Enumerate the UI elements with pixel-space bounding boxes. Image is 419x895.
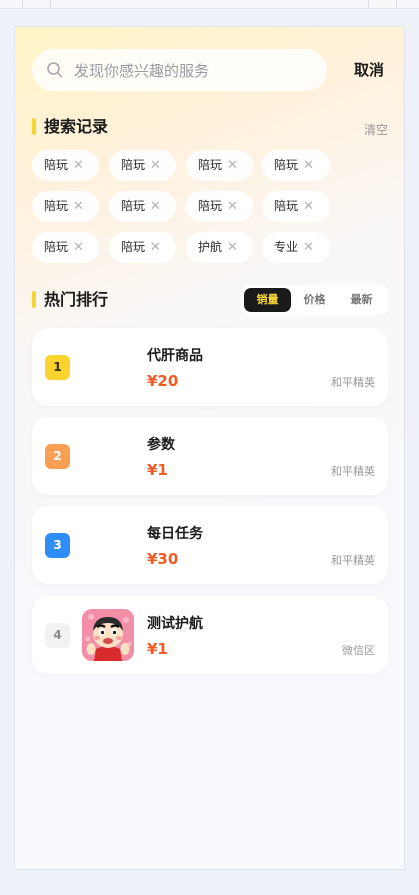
cancel-button[interactable]: 取消 (349, 59, 389, 81)
history-tag[interactable]: 陪玩 ✕ (32, 232, 99, 263)
product-title: 每日任务 (147, 526, 203, 542)
product-price: ¥30 (147, 550, 179, 568)
history-tag[interactable]: 陪玩 ✕ (109, 191, 176, 222)
history-tag-label: 陪玩 (274, 158, 299, 172)
ranking-item[interactable]: 4 测试护航 ¥1 微信区 (32, 596, 388, 674)
product-title: 测试护航 (147, 616, 203, 632)
product-price: ¥1 (147, 640, 168, 658)
avatar-cartoon-icon (82, 609, 134, 661)
browser-top-strip (0, 0, 419, 9)
history-header: 搜索记录 (32, 115, 232, 139)
product-zone: 和平精英 (331, 554, 375, 567)
close-icon[interactable]: ✕ (150, 232, 161, 263)
rank-badge: 3 (45, 533, 70, 558)
close-icon[interactable]: ✕ (73, 191, 84, 222)
product-title: 代肝商品 (147, 348, 203, 364)
history-tag[interactable]: 陪玩 ✕ (32, 150, 99, 181)
tab-sales[interactable]: 销量 (244, 288, 291, 312)
history-tag-label: 护航 (198, 240, 223, 254)
history-tag-label: 陪玩 (198, 158, 223, 172)
tab-latest[interactable]: 最新 (338, 288, 385, 312)
history-tag[interactable]: 陪玩 ✕ (109, 150, 176, 181)
rank-badge: 2 (45, 444, 70, 469)
history-tag[interactable]: 护航 ✕ (186, 232, 253, 263)
history-tag-label: 陪玩 (44, 240, 69, 254)
search-box[interactable] (32, 49, 327, 91)
search-bar: 取消 (32, 49, 392, 93)
history-title: 搜索记录 (44, 117, 109, 136)
search-input[interactable] (72, 60, 316, 82)
product-zone: 和平精英 (331, 376, 375, 389)
history-tag-label: 陪玩 (274, 199, 299, 213)
close-icon[interactable]: ✕ (73, 232, 84, 263)
tab-price[interactable]: 价格 (291, 288, 338, 312)
history-tag[interactable]: 陪玩 ✕ (186, 150, 253, 181)
close-icon[interactable]: ✕ (303, 191, 314, 222)
history-tag[interactable]: 陪玩 ✕ (186, 191, 253, 222)
close-icon[interactable]: ✕ (227, 191, 238, 222)
close-icon[interactable]: ✕ (303, 150, 314, 181)
rank-badge: 1 (45, 355, 70, 380)
product-zone: 和平精英 (331, 465, 375, 478)
history-tag-label: 陪玩 (198, 199, 223, 213)
close-icon[interactable]: ✕ (150, 191, 161, 222)
section-accent-bar (32, 118, 36, 135)
ranking-title: 热门排行 (44, 290, 109, 309)
history-tag[interactable]: 陪玩 ✕ (109, 232, 176, 263)
rank-badge: 4 (45, 623, 70, 648)
close-icon[interactable]: ✕ (227, 232, 238, 263)
sort-tab-group: 销量 价格 最新 (241, 285, 388, 315)
history-tag-label: 专业 (274, 240, 299, 254)
history-tag-label: 陪玩 (121, 199, 146, 213)
product-zone: 微信区 (342, 644, 375, 657)
close-icon[interactable]: ✕ (303, 232, 314, 263)
history-tag-label: 陪玩 (44, 158, 69, 172)
history-tag[interactable]: 陪玩 ✕ (262, 150, 330, 181)
section-accent-bar (32, 291, 36, 308)
close-icon[interactable]: ✕ (73, 150, 84, 181)
product-title: 参数 (147, 437, 175, 453)
ranking-item[interactable]: 3 每日任务 ¥30 和平精英 (32, 506, 388, 584)
history-tag-label: 陪玩 (121, 158, 146, 172)
product-thumbnail (82, 609, 134, 661)
ranking-item[interactable]: 1 代肝商品 ¥20 和平精英 (32, 328, 388, 406)
ranking-header: 热门排行 (32, 288, 212, 312)
close-icon[interactable]: ✕ (227, 150, 238, 181)
product-price: ¥1 (147, 461, 168, 479)
clear-history-button[interactable]: 清空 (364, 120, 388, 140)
history-tag[interactable]: 陪玩 ✕ (32, 191, 99, 222)
product-price: ¥20 (147, 372, 179, 390)
history-tag[interactable]: 专业 ✕ (262, 232, 330, 263)
history-tag-label: 陪玩 (121, 240, 146, 254)
history-tag[interactable]: 陪玩 ✕ (262, 191, 330, 222)
history-tag-label: 陪玩 (44, 199, 69, 213)
close-icon[interactable]: ✕ (150, 150, 161, 181)
search-page: 取消 搜索记录 清空 陪玩 ✕ 陪玩 ✕ 陪玩 ✕ 陪玩 ✕ 陪玩 ✕ 陪玩 ✕ 陪玩 ✕ 陪… (14, 26, 405, 870)
search-icon (47, 62, 63, 78)
ranking-item[interactable]: 2 参数 ¥1 和平精英 (32, 417, 388, 495)
